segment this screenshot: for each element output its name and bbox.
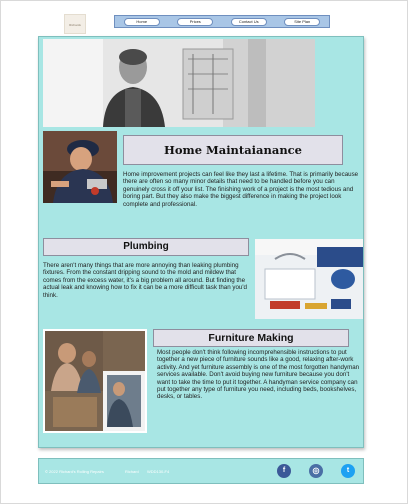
page-footer: © 2022 Richard's Rolling Repairs Richard… (38, 458, 364, 484)
main-content: Home Maintaianance Home improvement proj… (38, 36, 364, 448)
plumbing-photo (255, 239, 363, 319)
home-maintenance-text: Home improvement projects can feel like … (123, 171, 359, 208)
home-maintenance-title: Home Maintaianance (123, 135, 343, 165)
site-logo[interactable]: Richards (64, 14, 86, 34)
nav-prices-button[interactable]: Prices (177, 17, 214, 26)
furniture-title: Furniture Making (153, 329, 349, 347)
home-maintenance-photo (43, 131, 117, 203)
nav-siteplan-button[interactable]: Site Plan (284, 17, 321, 26)
footer-course: WDD130-F4 (147, 469, 170, 474)
nav-contact-button[interactable]: Contact Us (230, 17, 267, 26)
main-nav: Home Prices Contact Us Site Plan (114, 15, 330, 28)
twitter-icon[interactable]: t (341, 464, 355, 478)
nav-home-button[interactable]: Home (123, 17, 160, 26)
instagram-icon[interactable]: ◎ (309, 464, 323, 478)
footer-author: Richard (125, 469, 139, 474)
hero-image (43, 39, 315, 127)
plumbing-title: Plumbing (43, 238, 249, 256)
facebook-icon[interactable]: f (277, 464, 291, 478)
furniture-text: Most people don't think following incomp… (157, 349, 360, 401)
plumbing-text: There aren't many things that are more a… (43, 262, 247, 299)
furniture-photo (43, 329, 147, 433)
footer-copyright: © 2022 Richard's Rolling Repairs (45, 469, 104, 474)
